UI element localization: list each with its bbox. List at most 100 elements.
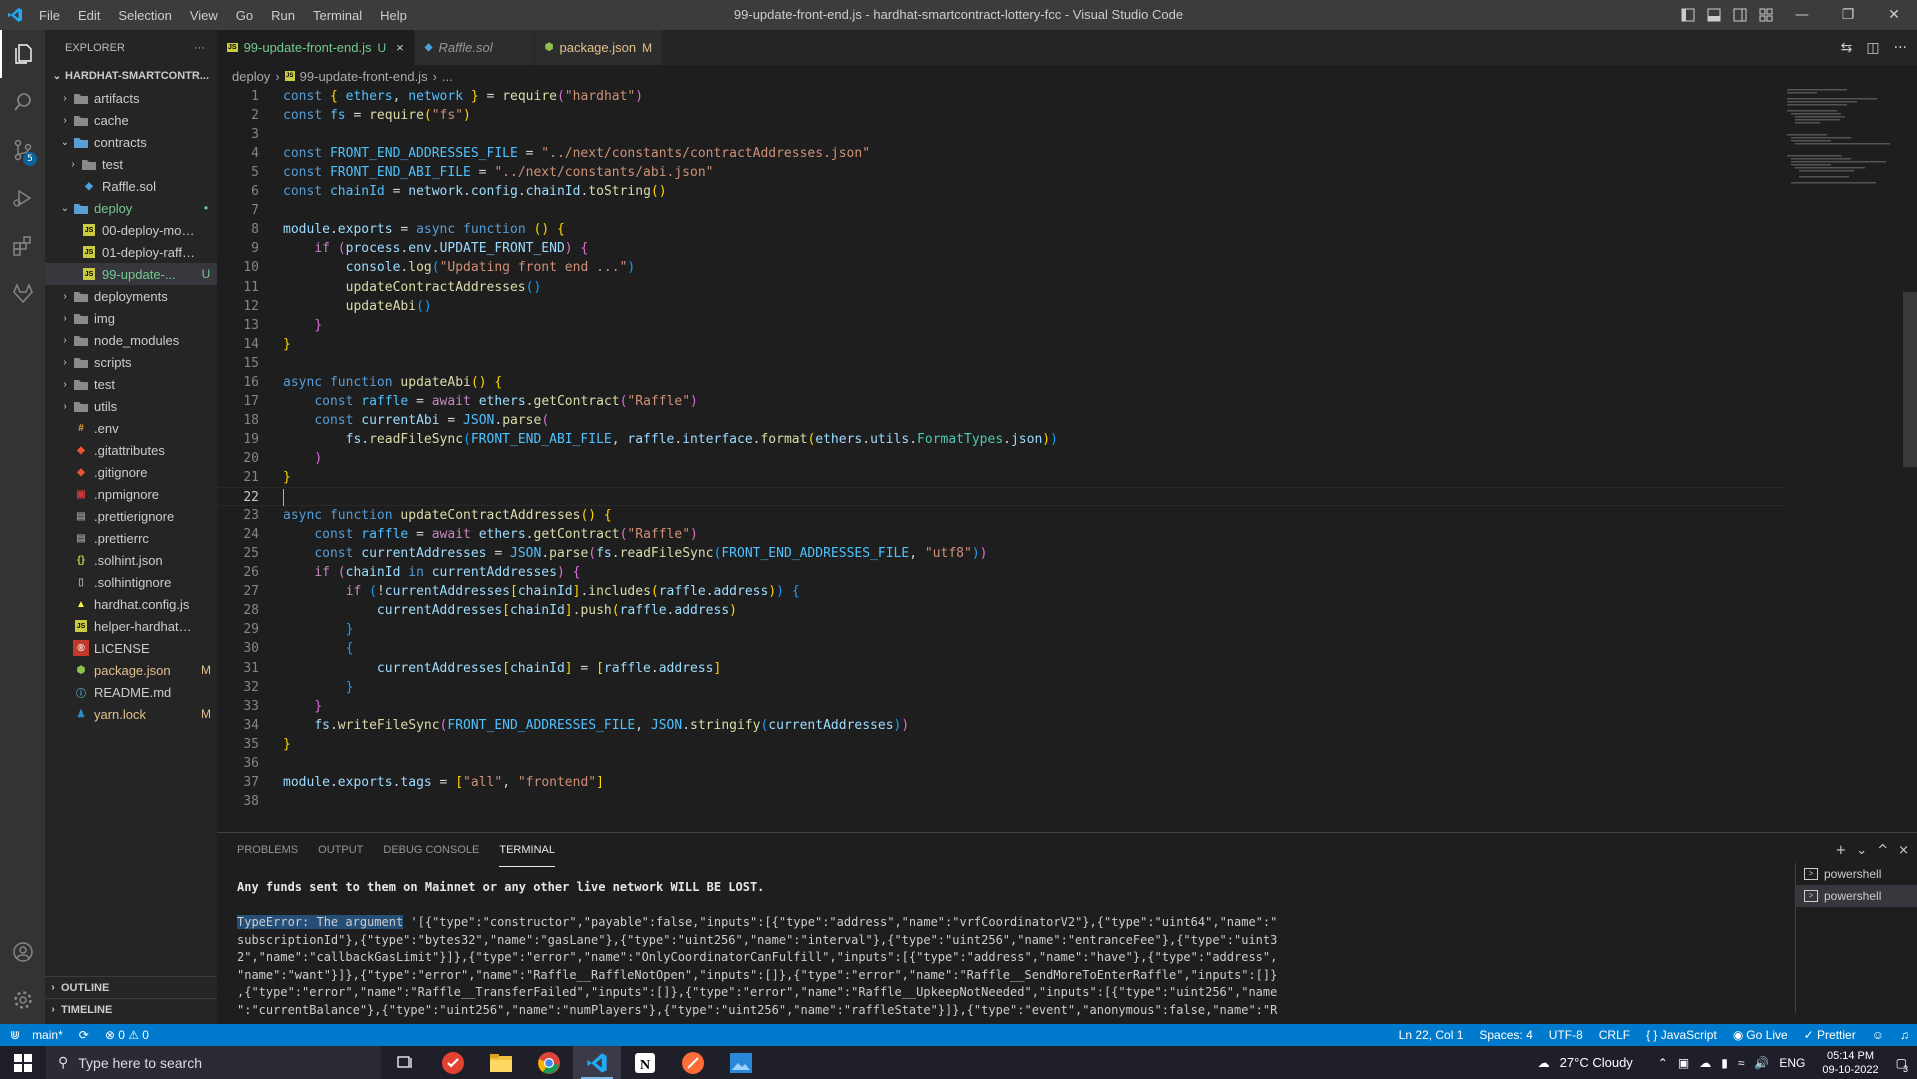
terminal-dropdown-icon[interactable]: ⌄ [1856, 843, 1867, 858]
weather-status[interactable]: 27°C Cloudy [1560, 1055, 1633, 1070]
prettier-status[interactable]: ✓ Prettier [1796, 1028, 1864, 1042]
settings-gear-icon[interactable] [0, 976, 45, 1024]
tree-item[interactable]: › utils [45, 395, 217, 417]
tree-item[interactable]: › test [45, 373, 217, 395]
sync-status[interactable]: ⟳ [71, 1028, 97, 1042]
todo-app-icon[interactable] [429, 1046, 477, 1079]
tree-item[interactable]: › scripts [45, 351, 217, 373]
menu-view[interactable]: View [181, 8, 227, 23]
terminal-instance[interactable]: > powershell [1796, 885, 1917, 907]
postman-icon[interactable] [669, 1046, 717, 1079]
split-editor-icon[interactable]: ◫ [1866, 40, 1879, 56]
go-live-button[interactable]: ◉ Go Live [1725, 1028, 1796, 1042]
tree-item[interactable]: # .env [45, 417, 217, 439]
maximize-panel-icon[interactable]: ^ [1877, 843, 1888, 858]
tree-item[interactable]: JS 00-deploy-mock... [45, 219, 217, 241]
tree-item[interactable]: ▲ hardhat.config.js [45, 593, 217, 615]
notion-icon[interactable]: N [621, 1046, 669, 1079]
explorer-more-button[interactable]: ··· [194, 42, 205, 54]
chrome-icon[interactable] [525, 1046, 573, 1079]
file-explorer-icon[interactable] [477, 1046, 525, 1079]
tree-item[interactable]: › deployments [45, 285, 217, 307]
extensions-icon[interactable] [0, 222, 45, 270]
editor-tab[interactable]: ◆ Raffle.sol [414, 30, 535, 65]
photos-icon[interactable] [717, 1046, 765, 1079]
task-view-icon[interactable] [381, 1046, 429, 1079]
tree-item[interactable]: JS 01-deploy-raffle.js [45, 241, 217, 263]
cursor-position[interactable]: Ln 22, Col 1 [1391, 1028, 1472, 1042]
taskbar-search[interactable]: ⚲ Type here to search [46, 1046, 381, 1079]
menu-edit[interactable]: Edit [69, 8, 109, 23]
tree-item[interactable]: {} .solhint.json [45, 549, 217, 571]
terminal-instance[interactable]: > powershell [1796, 863, 1917, 885]
tree-item[interactable]: › node_modules [45, 329, 217, 351]
eol-status[interactable]: CRLF [1591, 1028, 1638, 1042]
account-icon[interactable] [0, 928, 45, 976]
tree-item[interactable]: ⬢ package.json M [45, 659, 217, 681]
tree-item[interactable]: JS 99-update-... U [45, 263, 217, 285]
customize-layout-icon[interactable] [1756, 5, 1776, 25]
gitlab-icon[interactable] [0, 270, 45, 318]
close-window-button[interactable]: ✕ [1871, 0, 1917, 30]
new-terminal-icon[interactable]: + [1835, 843, 1846, 858]
onedrive-icon[interactable]: ☁ [1699, 1056, 1711, 1070]
vscode-taskbar-icon[interactable] [573, 1046, 621, 1079]
volume-icon[interactable]: 🔊 [1754, 1056, 1769, 1070]
tree-item[interactable]: ▤ .prettierignore [45, 505, 217, 527]
tree-item[interactable]: ⌄ contracts [45, 131, 217, 153]
notification-center-icon[interactable]: ▢ 3 [1896, 1056, 1908, 1074]
more-actions-icon[interactable]: ··· [1894, 40, 1907, 56]
toggle-panel-icon[interactable] [1704, 5, 1724, 25]
close-tab-icon[interactable]: × [396, 40, 404, 55]
language-mode[interactable]: { } JavaScript [1638, 1028, 1725, 1042]
panel-tab-problems[interactable]: PROBLEMS [237, 833, 298, 867]
code-editor[interactable]: 1 const { ethers, network } = require("ha… [217, 87, 1907, 832]
search-icon[interactable] [0, 78, 45, 126]
panel-tab-debug-console[interactable]: DEBUG CONSOLE [383, 833, 479, 867]
outline-section[interactable]: › OUTLINE [45, 976, 217, 998]
tree-item[interactable]: ⓘ README.md [45, 681, 217, 703]
breadcrumb-symbol[interactable]: ... [442, 69, 453, 84]
project-root[interactable]: ⌄ HARDHAT-SMARTCONTR... [45, 65, 217, 87]
run-debug-icon[interactable] [0, 174, 45, 222]
tree-item[interactable]: ⌄ deploy • [45, 197, 217, 219]
menu-run[interactable]: Run [262, 8, 304, 23]
clock[interactable]: 05:14 PM 09-10-2022 [1822, 1049, 1878, 1077]
toggle-secondary-sidebar-icon[interactable] [1730, 5, 1750, 25]
tree-item[interactable]: ▯ .solhintignore [45, 571, 217, 593]
tray-app-icon[interactable]: ▣ [1678, 1056, 1689, 1070]
tree-item[interactable]: ◆ Raffle.sol [45, 175, 217, 197]
tree-item[interactable]: ▤ .prettierrc [45, 527, 217, 549]
source-control-icon[interactable]: 5 [0, 126, 45, 174]
tree-item[interactable]: ♟ yarn.lock M [45, 703, 217, 725]
tree-item[interactable]: ▣ .npmignore [45, 483, 217, 505]
scrollbar-thumb[interactable] [1903, 292, 1917, 467]
wifi-icon[interactable]: ≈ [1738, 1056, 1745, 1070]
language-indicator[interactable]: ENG [1779, 1056, 1805, 1070]
encoding-status[interactable]: UTF-8 [1541, 1028, 1591, 1042]
editor-tab[interactable]: JS 99-update-front-end.js U × [217, 30, 415, 65]
notifications-bell-icon[interactable]: ♫ [1892, 1028, 1917, 1042]
timeline-section[interactable]: › TIMELINE [45, 998, 217, 1020]
menu-selection[interactable]: Selection [109, 8, 180, 23]
close-panel-icon[interactable]: × [1898, 843, 1909, 858]
tree-item[interactable]: ◆ .gitignore [45, 461, 217, 483]
tree-item[interactable]: ◆ .gitattributes [45, 439, 217, 461]
menu-go[interactable]: Go [227, 8, 262, 23]
toggle-primary-sidebar-icon[interactable] [1678, 5, 1698, 25]
tree-item[interactable]: › artifacts [45, 87, 217, 109]
minimize-button[interactable]: — [1779, 0, 1825, 30]
tree-item[interactable]: ® LICENSE [45, 637, 217, 659]
menu-file[interactable]: File [30, 8, 69, 23]
explorer-icon[interactable] [0, 30, 45, 78]
windows-start-icon[interactable] [0, 1046, 46, 1079]
tree-item[interactable]: › test [45, 153, 217, 175]
branch-status[interactable]: main* [24, 1028, 71, 1042]
remote-indicator-icon[interactable]: ⋓ [0, 1028, 24, 1042]
panel-tab-terminal[interactable]: TERMINAL [499, 833, 555, 867]
menu-terminal[interactable]: Terminal [304, 8, 371, 23]
panel-tab-output[interactable]: OUTPUT [318, 833, 363, 867]
tree-item[interactable]: › img [45, 307, 217, 329]
editor-tab[interactable]: ⬢ package.json M [534, 30, 664, 65]
terminal-output[interactable]: Any funds sent to them on Mainnet or any… [237, 879, 1467, 1019]
